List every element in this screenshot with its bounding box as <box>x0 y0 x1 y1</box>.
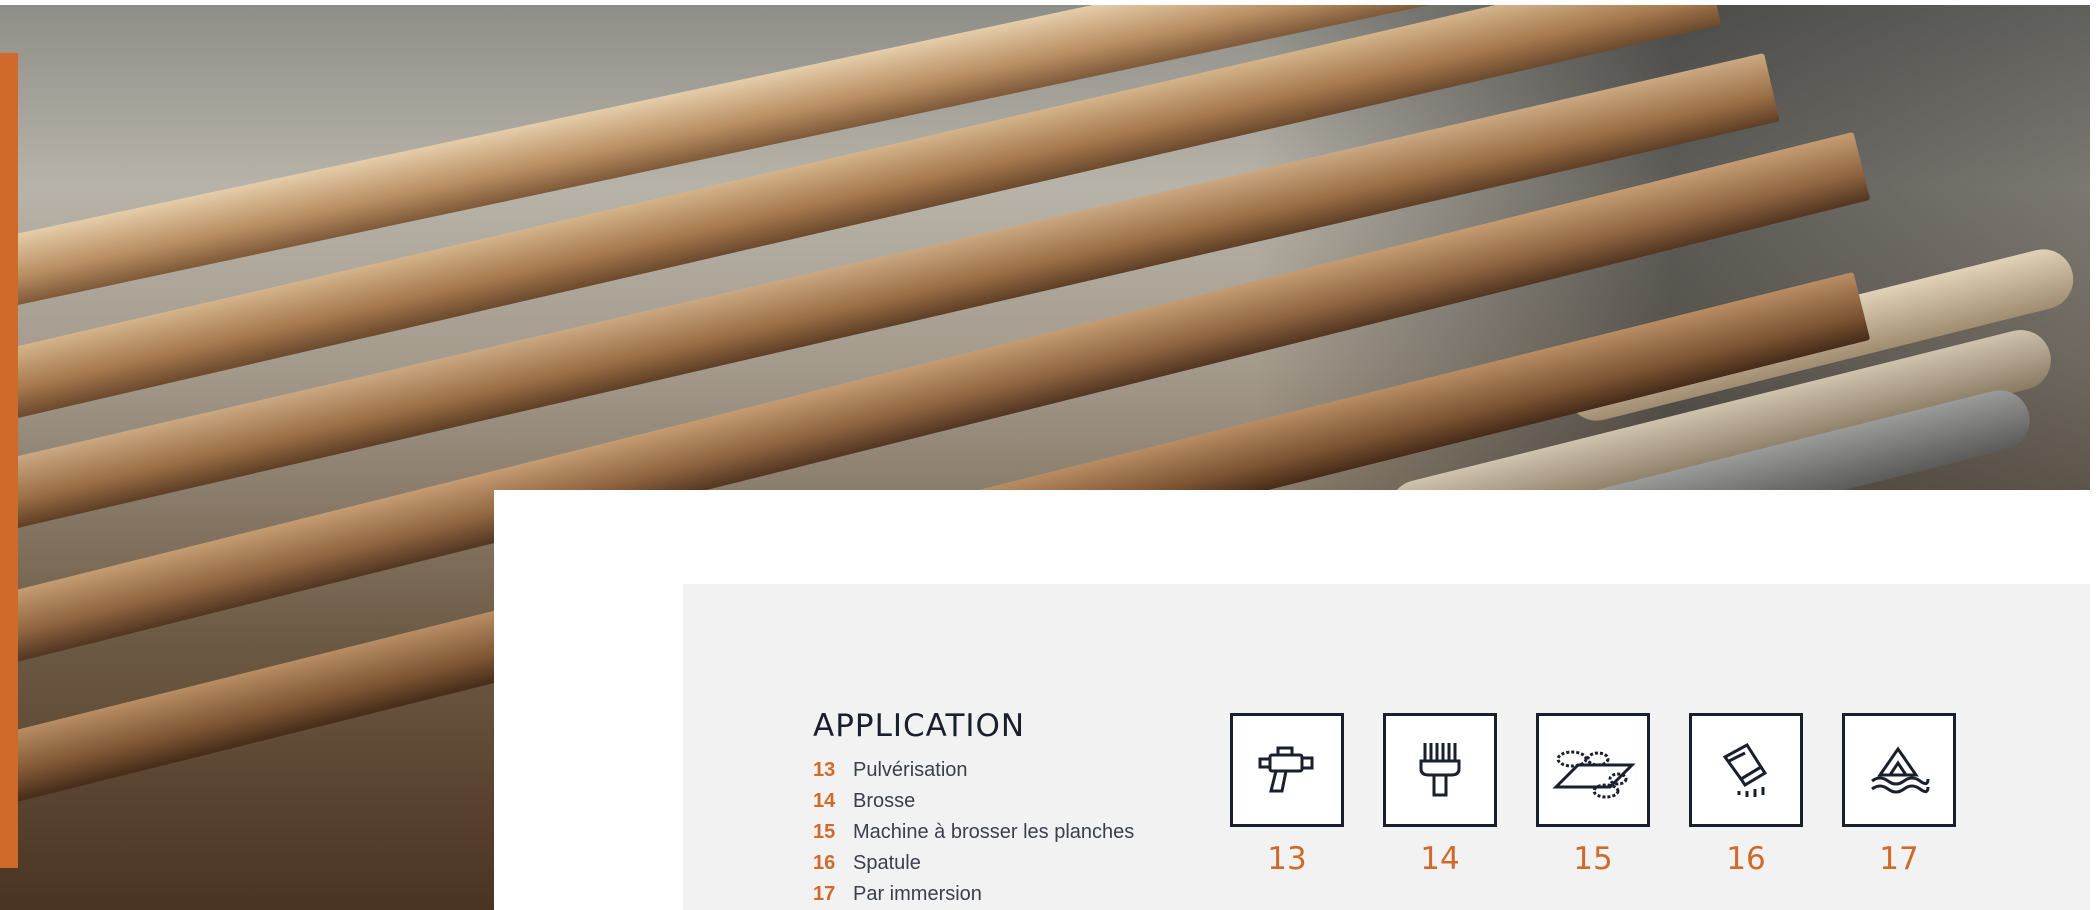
icon-number: 14 <box>1420 841 1460 877</box>
legend-item: 15 Machine à brosser les planches <box>813 817 1134 848</box>
immersion-icon <box>1842 713 1956 827</box>
legend-number: 16 <box>813 852 836 874</box>
legend-label: Spatule <box>853 852 921 874</box>
legend-item: 16 Spatule <box>813 848 1134 879</box>
legend-number: 15 <box>813 821 836 843</box>
icon-item-15: 15 <box>1536 713 1650 877</box>
icon-item-16: 16 <box>1689 713 1803 877</box>
legend-item: 17 Par immersion <box>813 879 1134 910</box>
icon-item-17: 17 <box>1842 713 1956 877</box>
icon-number: 17 <box>1879 841 1919 877</box>
icon-item-14: 14 <box>1383 713 1497 877</box>
icon-item-13: 13 <box>1230 713 1344 877</box>
board-brushing-machine-icon <box>1536 713 1650 827</box>
legend-label: Pulvérisation <box>853 759 968 781</box>
legend-number: 17 <box>813 883 836 905</box>
legend-label: Machine à brosser les planches <box>853 821 1135 843</box>
legend-item: 13 Pulvérisation <box>813 755 1134 786</box>
legend-number: 14 <box>813 790 836 812</box>
application-legend: 13 Pulvérisation 14 Brosse 15 Machine à bro… <box>813 755 1134 910</box>
accent-bar <box>0 53 18 868</box>
icon-number: 15 <box>1573 841 1613 877</box>
spatula-icon <box>1689 713 1803 827</box>
spray-gun-icon <box>1230 713 1344 827</box>
icon-number: 16 <box>1726 841 1766 877</box>
icon-number: 13 <box>1267 841 1307 877</box>
legend-item: 14 Brosse <box>813 786 1134 817</box>
legend-number: 13 <box>813 759 836 781</box>
section-title: APPLICATION <box>813 708 1026 744</box>
legend-label: Brosse <box>853 790 916 812</box>
legend-label: Par immersion <box>853 883 982 905</box>
brush-icon <box>1383 713 1497 827</box>
